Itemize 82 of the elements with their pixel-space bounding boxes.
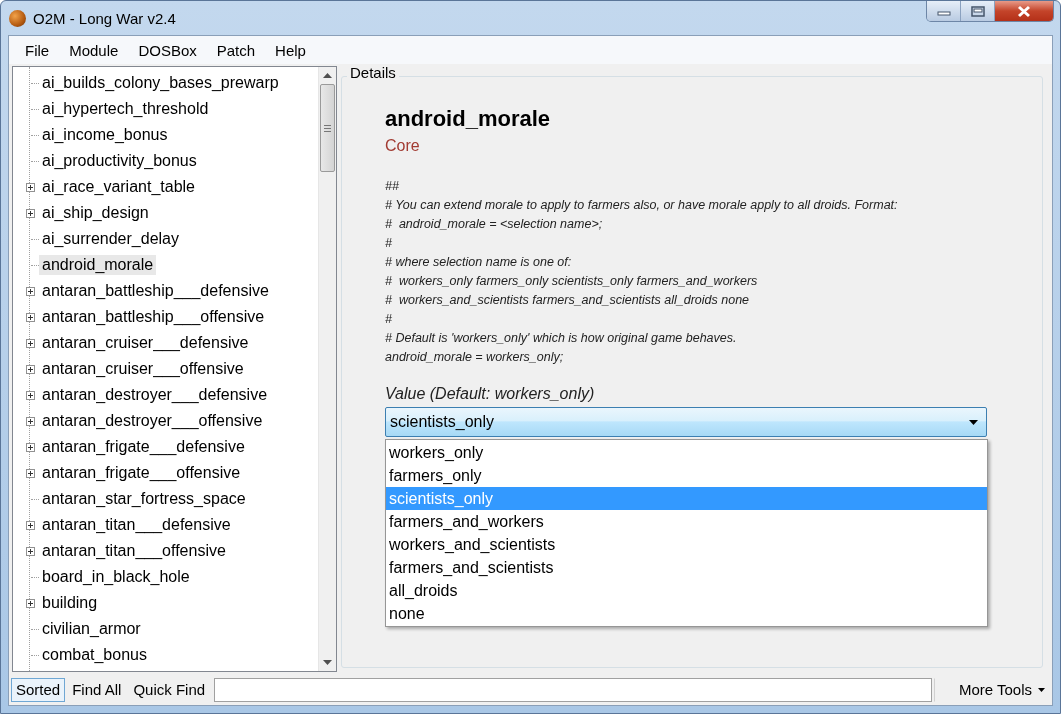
menu-item[interactable]: Module bbox=[59, 38, 129, 62]
group-box-title: Details bbox=[347, 64, 399, 81]
tree-item[interactable]: ai_hypertech_threshold bbox=[39, 99, 212, 119]
tree-item[interactable]: antaran_battleship___offensive bbox=[39, 307, 268, 327]
comment-line: # You can extend morale to apply to farmers also, or have morale apply to all droids. Format: bbox=[385, 197, 899, 214]
comment-line: # workers_only farmers_only scientists_only farmers_and_workers bbox=[385, 273, 759, 290]
value-dropdown[interactable]: scientists_only bbox=[385, 407, 987, 437]
scrollbar[interactable] bbox=[318, 67, 336, 671]
expand-icon[interactable] bbox=[25, 598, 35, 608]
tree-item[interactable]: ai_builds_colony_bases_prewarp bbox=[39, 73, 282, 93]
tree-item[interactable]: antaran_titan___offensive bbox=[39, 541, 229, 561]
sorted-toggle[interactable]: Sorted bbox=[11, 677, 66, 702]
tree-item[interactable]: ai_surrender_delay bbox=[39, 229, 182, 249]
expand-icon[interactable] bbox=[25, 312, 35, 322]
maximize-button[interactable] bbox=[961, 1, 995, 21]
expand-icon[interactable] bbox=[25, 208, 35, 218]
down-arrow-icon bbox=[323, 660, 332, 665]
dropdown-option[interactable]: farmers_and_scientists bbox=[386, 556, 987, 579]
expand-icon[interactable] bbox=[25, 468, 35, 478]
quick-find-button[interactable]: Quick Find bbox=[128, 677, 211, 702]
tree-item[interactable]: ai_income_bonus bbox=[39, 125, 171, 145]
tree-item[interactable]: ai_ship_design bbox=[39, 203, 152, 223]
tree-item[interactable]: android_morale bbox=[39, 255, 157, 275]
tree-item[interactable]: antaran_titan___defensive bbox=[39, 515, 234, 535]
tree-item[interactable]: building bbox=[39, 593, 101, 613]
minimize-button[interactable] bbox=[927, 1, 961, 21]
tree-item[interactable]: antaran_destroyer___defensive bbox=[39, 385, 271, 405]
expand-icon[interactable] bbox=[25, 416, 35, 426]
tree-item[interactable]: antaran_cruiser___defensive bbox=[39, 333, 252, 353]
dropdown-option[interactable]: workers_only bbox=[386, 441, 987, 464]
setting-name: android_morale bbox=[385, 106, 552, 132]
tree-item[interactable]: ai_race_variant_table bbox=[39, 177, 198, 197]
expand-icon[interactable] bbox=[25, 546, 35, 556]
expand-icon[interactable] bbox=[25, 182, 35, 192]
menu-item[interactable]: DOSBox bbox=[128, 38, 207, 62]
close-icon bbox=[1016, 4, 1032, 18]
comment-line: # workers_and_scientists farmers_and_scientists all_droids none bbox=[385, 292, 751, 309]
dropdown-option[interactable]: all_droids bbox=[386, 579, 987, 602]
expand-icon[interactable] bbox=[25, 442, 35, 452]
expand-icon[interactable] bbox=[25, 364, 35, 374]
tree-item[interactable]: antaran_frigate___offensive bbox=[39, 463, 244, 483]
comment-line: # android_morale = <selection name>; bbox=[385, 216, 604, 233]
close-button[interactable] bbox=[995, 1, 1053, 21]
dropdown-option[interactable]: none bbox=[386, 602, 987, 625]
up-arrow-icon bbox=[323, 73, 332, 78]
menu-item[interactable]: File bbox=[15, 38, 60, 62]
tree-item[interactable]: civilian_armor bbox=[39, 619, 144, 639]
value-label: Value (Default: workers_only) bbox=[385, 385, 596, 403]
expand-icon[interactable] bbox=[25, 338, 35, 348]
tree-item[interactable]: antaran_destroyer___offensive bbox=[39, 411, 266, 431]
tree-item[interactable]: ai_productivity_bonus bbox=[39, 151, 200, 171]
tree-item[interactable]: antaran_cruiser___offensive bbox=[39, 359, 247, 379]
comment-line: ## bbox=[385, 178, 400, 195]
comment-line: # where selection name is one of: bbox=[385, 254, 573, 271]
expand-icon[interactable] bbox=[25, 390, 35, 400]
dropdown-arrow-icon bbox=[969, 419, 978, 425]
search-field[interactable] bbox=[214, 677, 932, 702]
caret-icon bbox=[1038, 687, 1045, 692]
tree-item[interactable]: board_in_black_hole bbox=[39, 567, 193, 587]
expand-icon[interactable] bbox=[25, 520, 35, 530]
tree-item[interactable]: antaran_battleship___defensive bbox=[39, 281, 272, 301]
menu-item[interactable]: Patch bbox=[206, 38, 266, 62]
window-title: O2M - Long War v2.4 bbox=[33, 9, 177, 27]
dropdown-option[interactable]: farmers_and_workers bbox=[386, 510, 987, 533]
comment-line: # bbox=[385, 235, 393, 252]
comment-line: # bbox=[385, 311, 393, 328]
grip-icon bbox=[324, 124, 331, 132]
tree-item[interactable]: combat_bonus bbox=[39, 645, 150, 665]
app-icon bbox=[9, 9, 26, 27]
find-all-button[interactable]: Find All bbox=[67, 677, 127, 702]
dropdown-option[interactable]: farmers_only bbox=[386, 464, 987, 487]
expand-icon[interactable] bbox=[25, 286, 35, 296]
comment-line: # Default is 'workers_only' which is how original game behaves. bbox=[385, 330, 738, 347]
setting-category: Core bbox=[385, 137, 421, 155]
scroll-thumb[interactable] bbox=[320, 84, 335, 172]
dropdown-option[interactable]: workers_and_scientists bbox=[386, 533, 987, 556]
tree-item[interactable]: antaran_star_fortress_space bbox=[39, 489, 249, 509]
comment-line: android_morale = workers_only; bbox=[385, 349, 565, 366]
tree-item[interactable]: antaran_frigate___defensive bbox=[39, 437, 248, 457]
maximize-icon bbox=[969, 4, 986, 18]
menu-item[interactable]: Help bbox=[265, 38, 316, 62]
more-tools-button[interactable]: More Tools bbox=[933, 677, 1050, 702]
